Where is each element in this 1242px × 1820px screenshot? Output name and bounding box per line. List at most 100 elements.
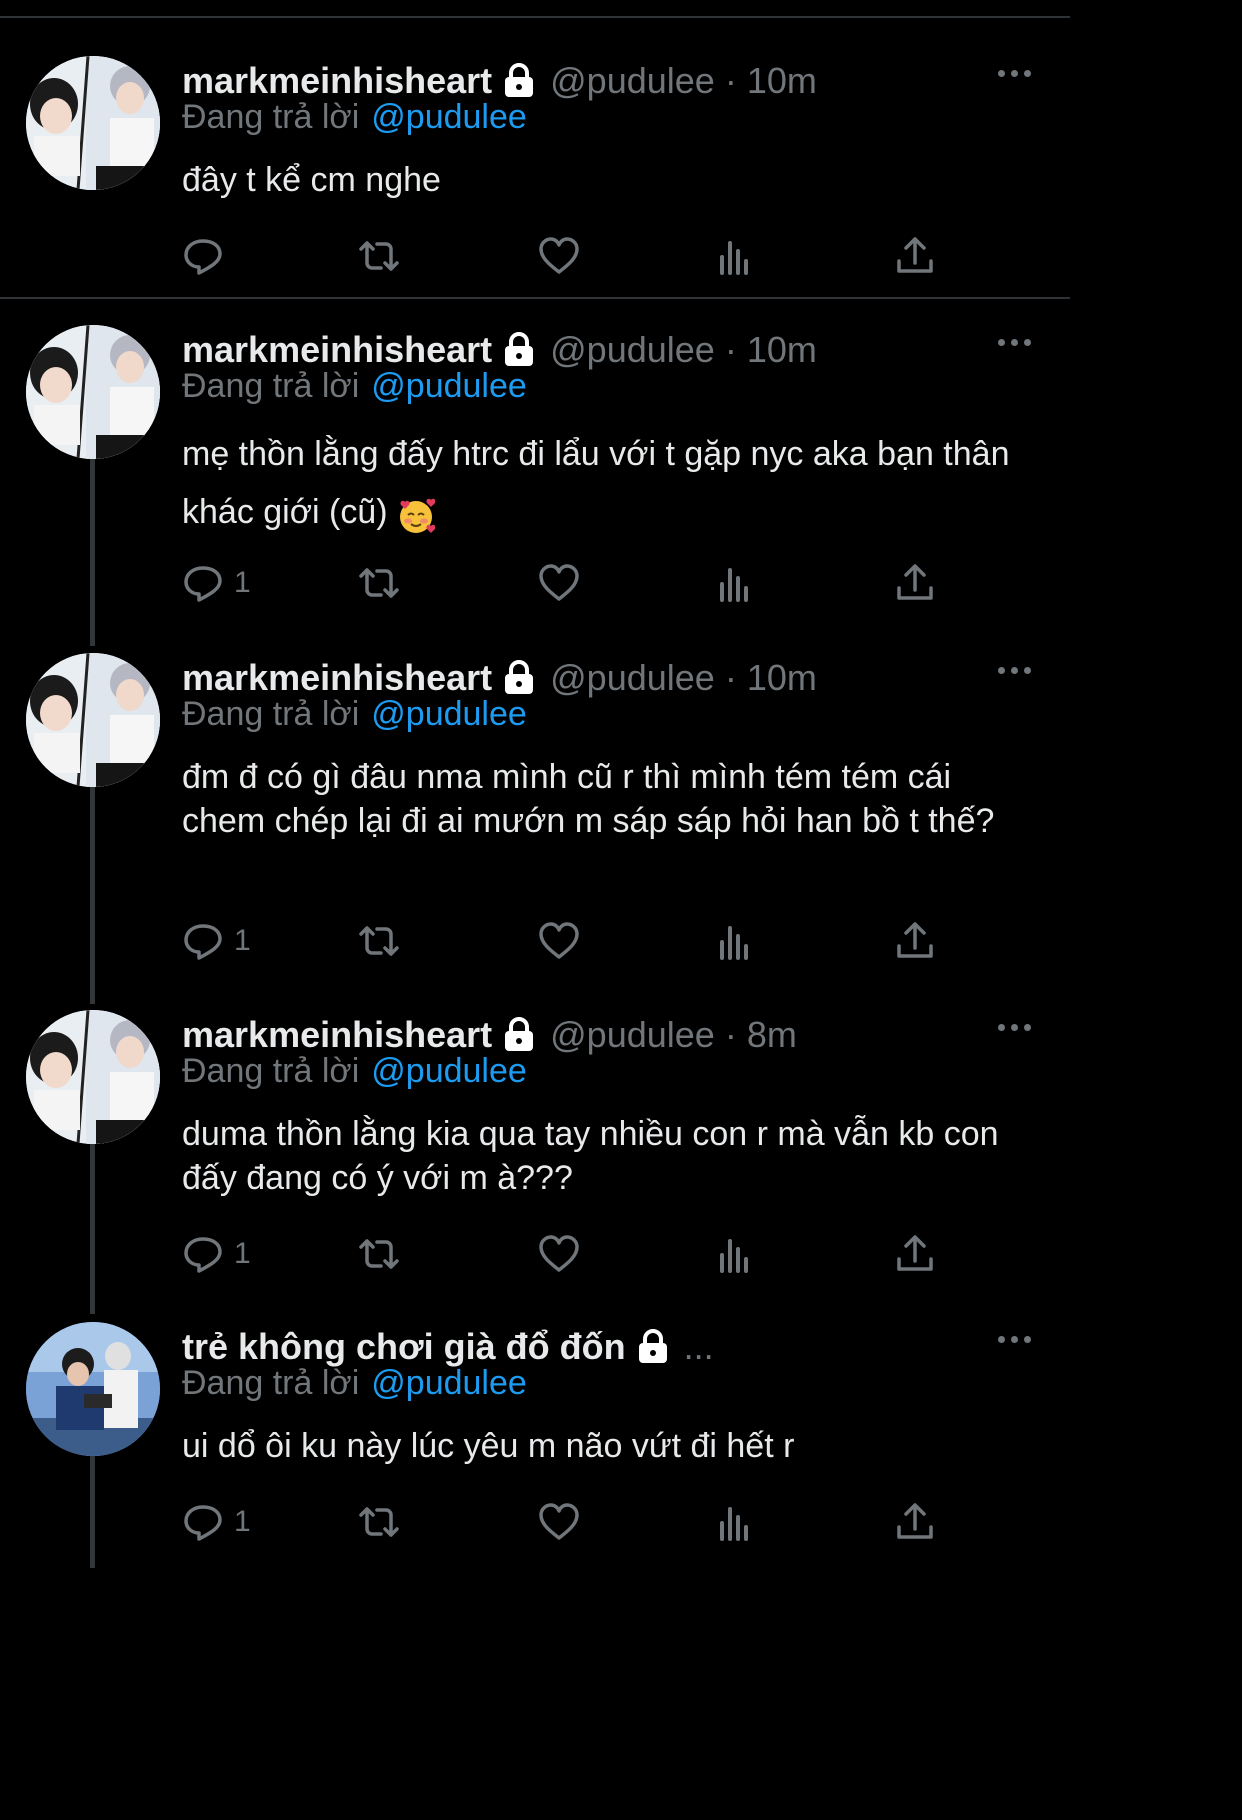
replying-to-label: Đang trả lời [182, 98, 360, 136]
top-divider [0, 16, 1070, 18]
avatar[interactable] [26, 325, 160, 459]
retweet-button[interactable] [358, 919, 400, 963]
retweet-icon [359, 241, 399, 271]
display-name[interactable]: markmeinhisheart [182, 329, 492, 371]
avatar[interactable] [26, 56, 160, 190]
tweet[interactable]: markmeinhisheart @pudulee · 10m Đang trả… [0, 56, 1070, 296]
like-button[interactable] [538, 919, 580, 963]
tweet-text-content: mẹ thồn lằng đấy htrc đi lẩu với t gặp n… [182, 435, 1010, 531]
separator-dot: · [724, 329, 737, 370]
views-icon [720, 1239, 748, 1273]
like-button[interactable] [538, 561, 580, 605]
lock-icon [502, 1017, 536, 1053]
separator-dot: · [724, 1014, 737, 1055]
views-button[interactable] [716, 1500, 758, 1544]
tweet-text: đây t kể cm nghe [182, 161, 441, 199]
views-button[interactable] [716, 561, 758, 605]
timestamp[interactable]: 10m [747, 657, 817, 699]
reply-icon [184, 1237, 222, 1273]
share-icon [897, 564, 933, 600]
tweet-text: đm đ có gì đâu nma mình cũ r thì mình té… [182, 758, 995, 840]
more-icon[interactable] [998, 70, 1034, 82]
replying-to-handle[interactable]: @pudulee [371, 367, 527, 405]
lock-icon [502, 332, 536, 368]
share-button[interactable] [894, 561, 936, 605]
handle[interactable]: @pudulee [550, 657, 715, 699]
replying-to-handle[interactable]: @pudulee [371, 695, 527, 733]
replying-to-label: Đang trả lời [182, 1364, 360, 1402]
reply-button[interactable]: 1 [182, 1232, 251, 1276]
more-icon[interactable] [998, 1336, 1034, 1348]
retweet-icon [359, 1239, 399, 1269]
like-icon [539, 922, 579, 959]
tweet[interactable]: markmeinhisheart @pudulee · 8m Đang trả … [0, 1010, 1070, 1290]
reply-button[interactable] [182, 234, 234, 278]
replying-to-label: Đang trả lời [182, 1052, 360, 1090]
retweet-button[interactable] [358, 1232, 400, 1276]
reply-icon [184, 924, 222, 960]
avatar-image [26, 56, 160, 190]
handle[interactable]: ... [684, 1326, 714, 1368]
retweet-icon [359, 926, 399, 956]
avatar[interactable] [26, 653, 160, 787]
display-name[interactable]: markmeinhisheart [182, 657, 492, 699]
more-icon[interactable] [998, 1024, 1034, 1036]
views-icon [720, 1507, 748, 1541]
reply-button[interactable]: 1 [182, 1500, 251, 1544]
display-name[interactable]: markmeinhisheart [182, 1014, 492, 1056]
share-button[interactable] [894, 1232, 936, 1276]
reply-button[interactable]: 1 [182, 561, 251, 605]
reply-icon [184, 1505, 222, 1541]
retweet-button[interactable] [358, 234, 400, 278]
tweet-text: ui dổ ôi ku này lúc yêu m não vứt đi hết… [182, 1427, 795, 1465]
lock-icon [502, 63, 536, 99]
replying-to-label: Đang trả lời [182, 695, 360, 733]
timestamp[interactable]: 10m [747, 60, 817, 102]
replying-to: Đang trả lời @pudulee [182, 1364, 527, 1403]
reply-icon [184, 239, 222, 275]
share-icon [897, 1503, 933, 1539]
retweet-button[interactable] [358, 561, 400, 605]
like-button[interactable] [538, 1232, 580, 1276]
display-name[interactable]: markmeinhisheart [182, 60, 492, 102]
avatar[interactable] [26, 1322, 160, 1456]
views-button[interactable] [716, 234, 758, 278]
like-button[interactable] [538, 1500, 580, 1544]
replying-to: Đang trả lời @pudulee [182, 695, 527, 734]
action-bar: 1 [182, 919, 962, 963]
action-bar: 1 [182, 1232, 962, 1276]
more-icon[interactable] [998, 339, 1034, 351]
handle[interactable]: @pudulee [550, 329, 715, 371]
share-button[interactable] [894, 234, 936, 278]
reply-count: 1 [234, 1237, 251, 1270]
like-button[interactable] [538, 234, 580, 278]
separator-dot: · [724, 60, 737, 101]
retweet-button[interactable] [358, 1500, 400, 1544]
reply-button[interactable]: 1 [182, 919, 251, 963]
handle[interactable]: @pudulee [550, 60, 715, 102]
like-icon [539, 237, 579, 274]
replying-to-handle[interactable]: @pudulee [371, 98, 527, 136]
tweet[interactable]: trẻ không chơi già đổ đốn ... Đang trả l… [0, 1322, 1070, 1568]
handle[interactable]: @pudulee [550, 1014, 715, 1056]
replying-to-label: Đang trả lời [182, 367, 360, 405]
views-button[interactable] [716, 1232, 758, 1276]
replying-to-handle[interactable]: @pudulee [371, 1052, 527, 1090]
replying-to-handle[interactable]: @pudulee [371, 1364, 527, 1402]
views-button[interactable] [716, 919, 758, 963]
share-icon [897, 237, 933, 273]
avatar[interactable] [26, 1010, 160, 1144]
tweet[interactable]: markmeinhisheart @pudulee · 10m Đang trả… [0, 325, 1070, 625]
tweet[interactable]: markmeinhisheart @pudulee · 10m Đang trả… [0, 653, 1070, 973]
display-name[interactable]: trẻ không chơi già đổ đốn [182, 1326, 626, 1368]
timestamp[interactable]: 8m [747, 1014, 797, 1056]
like-icon [539, 564, 579, 601]
more-icon[interactable] [998, 667, 1034, 679]
retweet-icon [359, 568, 399, 598]
timestamp[interactable]: 10m [747, 329, 817, 371]
share-button[interactable] [894, 1500, 936, 1544]
reply-count: 1 [234, 566, 251, 599]
share-button[interactable] [894, 919, 936, 963]
action-bar [182, 234, 962, 278]
tweet-divider [0, 297, 1070, 299]
